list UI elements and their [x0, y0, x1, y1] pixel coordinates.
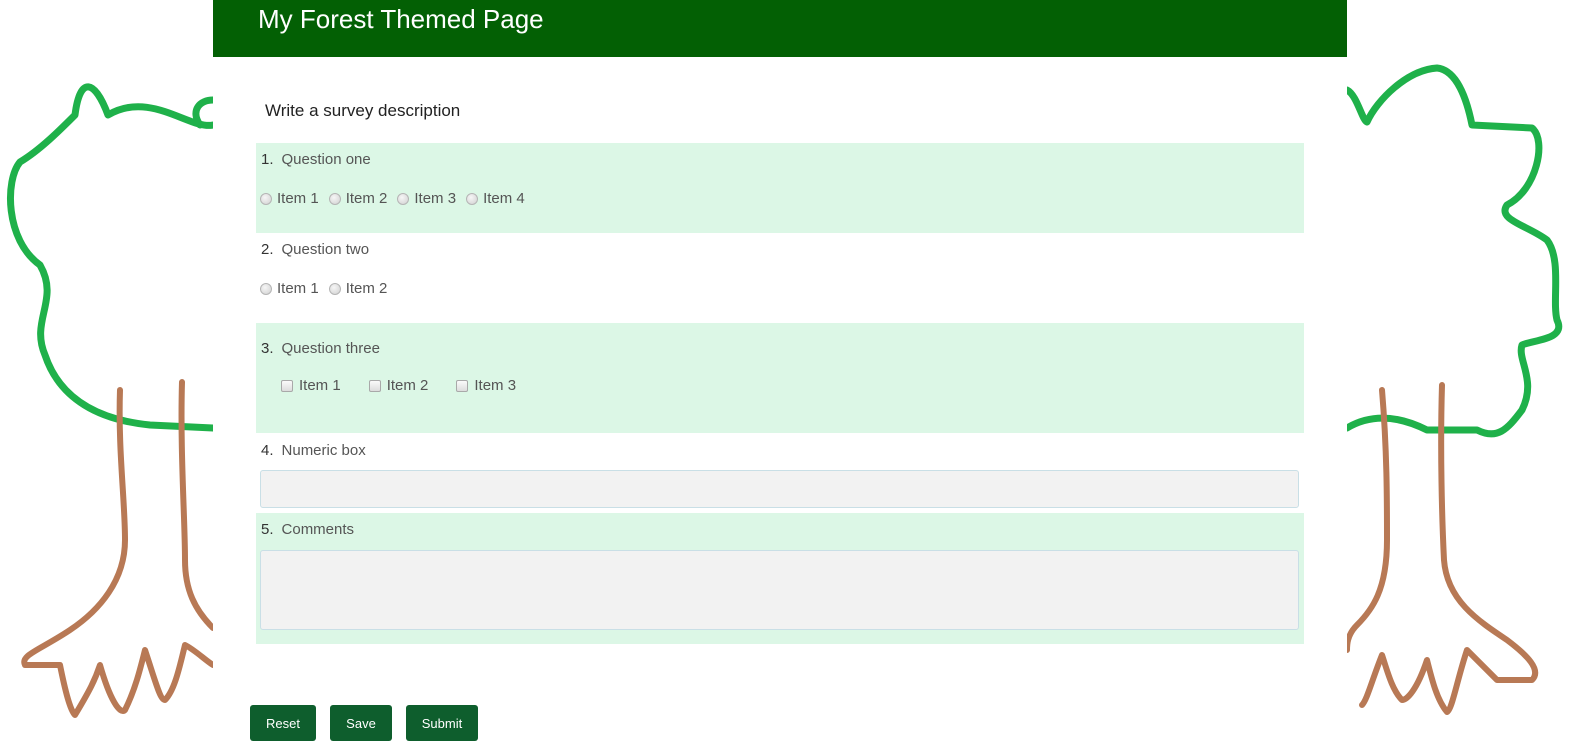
- submit-button[interactable]: Submit: [406, 705, 478, 741]
- question-2: 2. Question two Item 1 Item 2: [256, 233, 1304, 323]
- page-header: My Forest Themed Page: [213, 0, 1347, 57]
- tree-left-icon: [7, 83, 213, 718]
- question-text: Question three: [281, 340, 380, 357]
- q3-option-3[interactable]: Item 3: [456, 377, 516, 394]
- question-number: 5.: [261, 521, 274, 538]
- option-label: Item 2: [345, 190, 388, 207]
- checkbox[interactable]: [456, 379, 469, 392]
- question-5: 5. Comments: [256, 513, 1304, 644]
- q2-option-2[interactable]: Item 2: [328, 280, 388, 297]
- question-1: 1. Question one Item 1 Item 2 Item 3 Item…: [256, 143, 1304, 233]
- option-label: Item 1: [277, 280, 319, 297]
- numeric-input[interactable]: [260, 470, 1299, 508]
- checkbox[interactable]: [281, 379, 293, 392]
- page-title: My Forest Themed Page: [258, 4, 544, 34]
- question-number: 1.: [261, 151, 274, 168]
- question-number: 3.: [261, 340, 274, 357]
- question-3-title: 3. Question three: [261, 340, 380, 357]
- radio-button[interactable]: [328, 192, 341, 205]
- question-1-options: Item 1 Item 2 Item 3 Item 4: [260, 190, 535, 207]
- q3-option-1[interactable]: Item 1: [281, 377, 341, 394]
- question-text: Question one: [281, 151, 371, 168]
- comments-textarea[interactable]: [260, 550, 1299, 630]
- q3-option-2[interactable]: Item 2: [368, 377, 429, 394]
- question-1-title: 1. Question one: [261, 151, 371, 168]
- q1-option-2[interactable]: Item 2: [328, 190, 388, 207]
- checkbox[interactable]: [368, 379, 381, 392]
- question-number: 4.: [261, 442, 274, 459]
- q1-option-3[interactable]: Item 3: [397, 190, 456, 207]
- radio-button[interactable]: [260, 282, 272, 295]
- question-2-options: Item 1 Item 2: [260, 280, 397, 297]
- q1-option-4[interactable]: Item 4: [466, 190, 525, 207]
- q1-option-1[interactable]: Item 1: [260, 190, 319, 207]
- save-button[interactable]: Save: [330, 705, 392, 741]
- survey-description: Write a survey description: [265, 101, 461, 120]
- q2-option-1[interactable]: Item 1: [260, 280, 319, 297]
- radio-button[interactable]: [260, 192, 272, 205]
- survey-container: Write a survey description 1. Question on…: [213, 57, 1347, 754]
- question-3-options: Item 1 Item 2 Item 3: [281, 377, 526, 394]
- option-label: Item 3: [414, 190, 457, 207]
- question-number: 2.: [261, 241, 274, 258]
- reset-button[interactable]: Reset: [250, 705, 316, 741]
- radio-button[interactable]: [397, 192, 410, 205]
- question-4: 4. Numeric box: [256, 433, 1304, 513]
- radio-button[interactable]: [328, 282, 341, 295]
- question-5-title: 5. Comments: [261, 521, 354, 538]
- tree-right-icon: [1347, 64, 1563, 715]
- option-label: Item 4: [483, 190, 525, 207]
- option-label: Item 2: [386, 377, 429, 394]
- radio-button[interactable]: [466, 192, 479, 205]
- question-2-title: 2. Question two: [261, 241, 369, 258]
- question-text: Comments: [281, 521, 355, 538]
- question-4-title: 4. Numeric box: [261, 442, 366, 459]
- question-3: 3. Question three Item 1 Item 2 Item 3: [256, 323, 1304, 433]
- question-text: Numeric box: [281, 442, 366, 459]
- option-label: Item 1: [299, 377, 341, 394]
- option-label: Item 1: [277, 190, 319, 207]
- option-label: Item 3: [474, 377, 517, 394]
- option-label: Item 2: [345, 280, 388, 297]
- question-text: Question two: [281, 241, 370, 258]
